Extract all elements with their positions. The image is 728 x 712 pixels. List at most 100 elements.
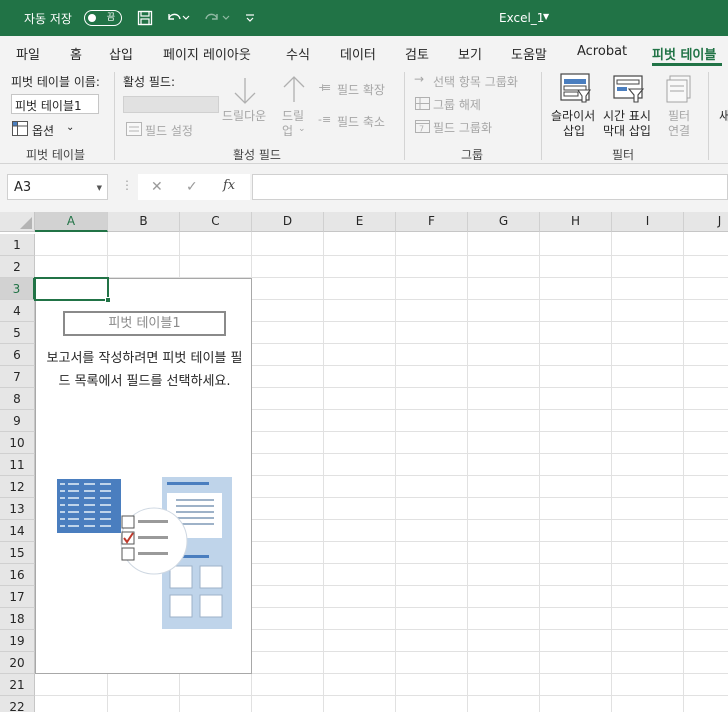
autosave-toggle[interactable]: 끔 [84,10,122,26]
name-box-dropdown-icon[interactable]: ▼ [97,184,102,192]
save-icon[interactable] [135,8,155,28]
ribbon-separator [541,72,542,160]
pivottable-instruction: 보고서를 작성하려면 피벗 테이블 필드 목록에서 필드를 선택하세요. [46,351,243,389]
svg-text:7: 7 [419,125,424,134]
row-header-16[interactable]: 16 [0,564,35,586]
row-header-21[interactable]: 21 [0,674,35,696]
options-dropdown-icon[interactable]: ⌄ [66,122,74,133]
insert-function-icon[interactable]: fx [223,178,235,193]
group-selection-button[interactable]: 선택 항목 그룹화 [433,73,518,90]
redo-dropdown-icon[interactable] [220,8,232,28]
drillup-icon [280,74,308,107]
options-button[interactable]: 옵션 [32,122,54,139]
tab-review[interactable]: 검토 [405,44,429,63]
fill-handle[interactable] [105,297,111,303]
row-header-17[interactable]: 17 [0,586,35,608]
ribbon: 피벗 테이블 이름: 피벗 테이블1 옵션 ⌄ 피벗 테이블 활성 필드: 필드… [0,66,728,164]
row-header-15[interactable]: 15 [0,542,35,564]
confirm-entry-icon[interactable]: ✓ [186,179,198,195]
name-box[interactable]: A3 ▼ [7,174,108,200]
tab-page-layout[interactable]: 페이지 레이아웃 [163,44,251,63]
group-label-group: 그룹 [461,148,484,162]
column-header-a[interactable]: A [35,212,108,232]
row-header-12[interactable]: 12 [0,476,35,498]
ribbon-tabs: 파일 홈 삽입 페이지 레이아웃 수식 데이터 검토 보기 도움말 Acroba… [0,36,728,66]
tab-home[interactable]: 홈 [70,44,82,63]
drillup-dropdown-icon[interactable]: ⌄ [298,124,306,134]
gridline [683,232,684,712]
formula-input[interactable] [252,174,728,200]
insert-slicer-line2[interactable]: 삽입 [563,122,585,139]
expand-field-button[interactable]: 필드 확장 [337,81,385,98]
gridline [611,232,612,712]
next-group-partial[interactable]: 새 [719,107,728,124]
row-header-13[interactable]: 13 [0,498,35,520]
ungroup-button[interactable]: 그룹 해제 [433,96,481,113]
collapse-field-button[interactable]: 필드 축소 [337,113,385,130]
selected-cell-a3[interactable] [34,277,109,301]
column-header-i[interactable]: I [612,212,684,232]
tab-file[interactable]: 파일 [16,44,40,63]
tab-data[interactable]: 데이터 [340,44,376,63]
column-header-b[interactable]: B [108,212,180,232]
drilldown-button[interactable]: 드릴다운 [222,107,266,124]
row-header-18[interactable]: 18 [0,608,35,630]
undo-dropdown-icon[interactable] [180,8,192,28]
row-header-22[interactable]: 22 [0,696,35,712]
column-header-d[interactable]: D [252,212,324,232]
filter-connections-line2[interactable]: 연결 [668,122,690,139]
group-field-icon: 7 [415,118,430,136]
cancel-entry-icon[interactable]: ✕ [151,179,163,195]
row-header-7[interactable]: 7 [0,366,35,388]
row-header-14[interactable]: 14 [0,520,35,542]
tab-view[interactable]: 보기 [458,44,482,63]
tab-insert[interactable]: 삽입 [109,44,133,63]
column-header-j[interactable]: J [684,212,728,232]
row-header-8[interactable]: 8 [0,388,35,410]
title-dropdown-icon[interactable]: ▼ [543,12,549,21]
row-header-19[interactable]: 19 [0,630,35,652]
row-header-10[interactable]: 10 [0,432,35,454]
title-bar: 자동 저장 끔 Excel_1 ▼ [0,0,728,36]
filter-connections-icon [666,74,694,107]
customize-toolbar-icon[interactable] [240,8,260,28]
column-header-c[interactable]: C [180,212,252,232]
tab-acrobat[interactable]: Acrobat [577,44,627,59]
row-header-11[interactable]: 11 [0,454,35,476]
column-header-f[interactable]: F [396,212,468,232]
column-header-g[interactable]: G [468,212,540,232]
row-header-9[interactable]: 9 [0,410,35,432]
active-field-input[interactable] [123,96,219,113]
worksheet-grid[interactable]: A B C D E F G H I J 1 2 3 4 5 6 7 8 9 10… [0,212,728,712]
row-header-4[interactable]: 4 [0,300,35,322]
drillup-button-line2[interactable]: 업 [282,122,293,139]
insert-timeline-line2[interactable]: 막대 삽입 [603,122,651,139]
select-all-icon [20,217,32,229]
row-header-20[interactable]: 20 [0,652,35,674]
column-header-e[interactable]: E [324,212,396,232]
column-header-h[interactable]: H [540,212,612,232]
field-settings-icon [126,122,142,139]
row-header-5[interactable]: 5 [0,322,35,344]
file-title[interactable]: Excel_1 [499,11,544,25]
expand-field-icon-lines: ≡ [322,81,332,94]
field-settings-button[interactable]: 필드 설정 [145,122,193,139]
gridline [395,232,396,712]
pivottable-name-label: 피벗 테이블 이름: [11,75,100,89]
formula-bar-grip-icon[interactable]: ⋮ [121,178,133,192]
row-header-3[interactable]: 3 [0,278,35,300]
row-header-1[interactable]: 1 [0,234,35,256]
timeline-icon [613,74,645,107]
select-all-button[interactable] [0,212,35,232]
gridline [323,232,324,712]
redo-icon[interactable] [202,8,222,28]
group-field-button[interactable]: 필드 그룹화 [433,119,492,136]
tab-help[interactable]: 도움말 [511,44,547,63]
row-header-2[interactable]: 2 [0,256,35,278]
tab-pivottable[interactable]: 피벗 테이블 [652,44,716,63]
tab-formulas[interactable]: 수식 [286,44,310,63]
pivottable-name-input[interactable]: 피벗 테이블1 [11,94,99,114]
pivottable-placeholder[interactable]: 피벗 테이블1 보고서를 작성하려면 피벗 테이블 필드 목록에서 필드를 선택… [35,278,252,674]
gridline [35,255,728,256]
row-header-6[interactable]: 6 [0,344,35,366]
